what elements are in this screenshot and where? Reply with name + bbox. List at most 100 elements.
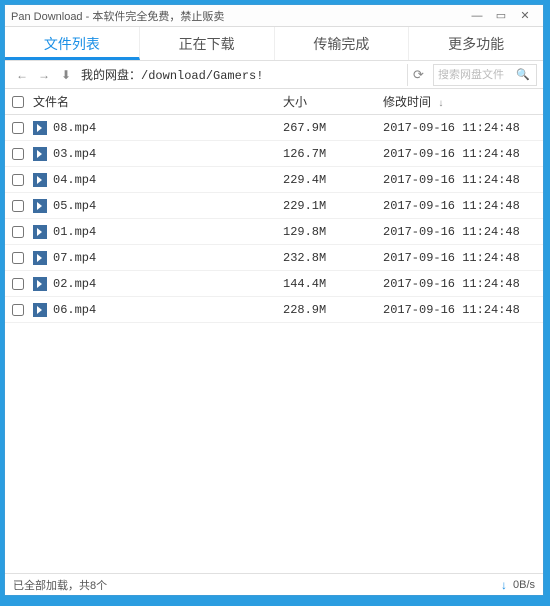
video-file-icon (33, 199, 47, 213)
file-size: 229.1M (283, 199, 383, 213)
file-mtime: 2017-09-16 11:24:48 (383, 225, 543, 239)
table-row[interactable]: 06.mp4 228.9M2017-09-16 11:24:48 (5, 297, 543, 323)
row-checkbox[interactable] (12, 122, 24, 134)
forward-button[interactable]: → (33, 64, 55, 86)
file-size: 229.4M (283, 173, 383, 187)
column-name[interactable]: 文件名 (31, 93, 283, 110)
file-size: 144.4M (283, 277, 383, 291)
file-mtime: 2017-09-16 11:24:48 (383, 277, 543, 291)
video-file-icon (33, 121, 47, 135)
row-checkbox-cell (5, 252, 31, 264)
row-checkbox[interactable] (12, 226, 24, 238)
toolbar: ← → ⬇ 我的网盘：/download/Gamers! ⟳ 🔍 (5, 61, 543, 89)
video-file-icon (33, 303, 47, 317)
file-name-cell: 03.mp4 (31, 147, 283, 161)
row-checkbox[interactable] (12, 278, 24, 290)
table-row[interactable]: 05.mp4 229.1M2017-09-16 11:24:48 (5, 193, 543, 219)
tab-label: 正在下载 (179, 34, 235, 54)
file-name: 08.mp4 (53, 121, 96, 135)
status-bar: 已全部加载，共8个 ↓ 0B/s (5, 573, 543, 595)
maximize-button[interactable]: ▭ (489, 9, 513, 22)
file-list: 08.mp4267.9M2017-09-16 11:24:4803.mp4126… (5, 115, 543, 573)
table-row[interactable]: 07.mp4 232.8M2017-09-16 11:24:48 (5, 245, 543, 271)
file-name-cell: 05.mp4 (31, 199, 283, 213)
window-title: Pan Download - 本软件完全免费，禁止贩卖 (11, 8, 465, 24)
sort-arrow-icon: ↓ (438, 98, 443, 109)
close-button[interactable]: ✕ (513, 9, 537, 22)
row-checkbox[interactable] (12, 252, 24, 264)
file-name: 03.mp4 (53, 147, 96, 161)
column-size[interactable]: 大小 (283, 93, 383, 110)
tab-label: 更多功能 (448, 34, 504, 54)
path-display[interactable]: 我的网盘：/download/Gamers! (77, 66, 407, 83)
tab-label: 文件列表 (44, 34, 100, 54)
row-checkbox-cell (5, 226, 31, 238)
search-input[interactable] (434, 69, 514, 81)
file-name-cell: 01.mp4 (31, 225, 283, 239)
row-checkbox-cell (5, 148, 31, 160)
tab-completed[interactable]: 传输完成 (275, 27, 410, 60)
tab-file-list[interactable]: 文件列表 (5, 27, 140, 60)
file-name: 05.mp4 (53, 199, 96, 213)
path-prefix: 我的网盘： (81, 69, 141, 83)
file-mtime: 2017-09-16 11:24:48 (383, 199, 543, 213)
row-checkbox[interactable] (12, 304, 24, 316)
file-size: 129.8M (283, 225, 383, 239)
video-file-icon (33, 251, 47, 265)
file-mtime: 2017-09-16 11:24:48 (383, 147, 543, 161)
table-row[interactable]: 04.mp4 229.4M2017-09-16 11:24:48 (5, 167, 543, 193)
path-value: /download/Gamers! (141, 69, 263, 83)
table-row[interactable]: 02.mp4 144.4M2017-09-16 11:24:48 (5, 271, 543, 297)
refresh-button[interactable]: ⟳ (407, 64, 429, 86)
table-row[interactable]: 03.mp4 126.7M2017-09-16 11:24:48 (5, 141, 543, 167)
column-mtime[interactable]: 修改时间 ↓ (383, 93, 543, 110)
file-name: 01.mp4 (53, 225, 96, 239)
search-icon[interactable]: 🔍 (514, 68, 532, 81)
status-loaded: 已全部加载，共8个 (13, 577, 501, 593)
tab-label: 传输完成 (313, 34, 369, 54)
search-box: 🔍 (433, 64, 537, 86)
video-file-icon (33, 277, 47, 291)
file-name: 06.mp4 (53, 303, 96, 317)
back-button[interactable]: ← (11, 64, 33, 86)
row-checkbox[interactable] (12, 148, 24, 160)
table-row[interactable]: 08.mp4 267.9M2017-09-16 11:24:48 (5, 115, 543, 141)
file-name: 04.mp4 (53, 173, 96, 187)
file-name-cell: 07.mp4 (31, 251, 283, 265)
file-name-cell: 06.mp4 (31, 303, 283, 317)
video-file-icon (33, 147, 47, 161)
file-name-cell: 04.mp4 (31, 173, 283, 187)
file-name: 07.mp4 (53, 251, 96, 265)
table-row[interactable]: 01.mp4 129.8M2017-09-16 11:24:48 (5, 219, 543, 245)
list-header: 文件名 大小 修改时间 ↓ (5, 89, 543, 115)
file-mtime: 2017-09-16 11:24:48 (383, 303, 543, 317)
row-checkbox[interactable] (12, 174, 24, 186)
video-file-icon (33, 173, 47, 187)
tab-downloading[interactable]: 正在下载 (140, 27, 275, 60)
file-mtime: 2017-09-16 11:24:48 (383, 251, 543, 265)
file-name-cell: 08.mp4 (31, 121, 283, 135)
row-checkbox-cell (5, 200, 31, 212)
minimize-button[interactable]: — (465, 10, 489, 22)
select-all-cell (5, 96, 31, 108)
row-checkbox-cell (5, 122, 31, 134)
file-size: 267.9M (283, 121, 383, 135)
row-checkbox-cell (5, 278, 31, 290)
tab-more[interactable]: 更多功能 (409, 27, 543, 60)
file-size: 232.8M (283, 251, 383, 265)
row-checkbox[interactable] (12, 200, 24, 212)
tab-bar: 文件列表 正在下载 传输完成 更多功能 (5, 27, 543, 61)
app-window: Pan Download - 本软件完全免费，禁止贩卖 — ▭ ✕ 文件列表 正… (4, 4, 544, 596)
download-button[interactable]: ⬇ (55, 64, 77, 86)
file-mtime: 2017-09-16 11:24:48 (383, 173, 543, 187)
titlebar: Pan Download - 本软件完全免费，禁止贩卖 — ▭ ✕ (5, 5, 543, 27)
row-checkbox-cell (5, 304, 31, 316)
file-name-cell: 02.mp4 (31, 277, 283, 291)
video-file-icon (33, 225, 47, 239)
file-size: 228.9M (283, 303, 383, 317)
download-arrow-icon: ↓ (501, 578, 507, 592)
select-all-checkbox[interactable] (12, 96, 24, 108)
file-size: 126.7M (283, 147, 383, 161)
file-name: 02.mp4 (53, 277, 96, 291)
file-mtime: 2017-09-16 11:24:48 (383, 121, 543, 135)
